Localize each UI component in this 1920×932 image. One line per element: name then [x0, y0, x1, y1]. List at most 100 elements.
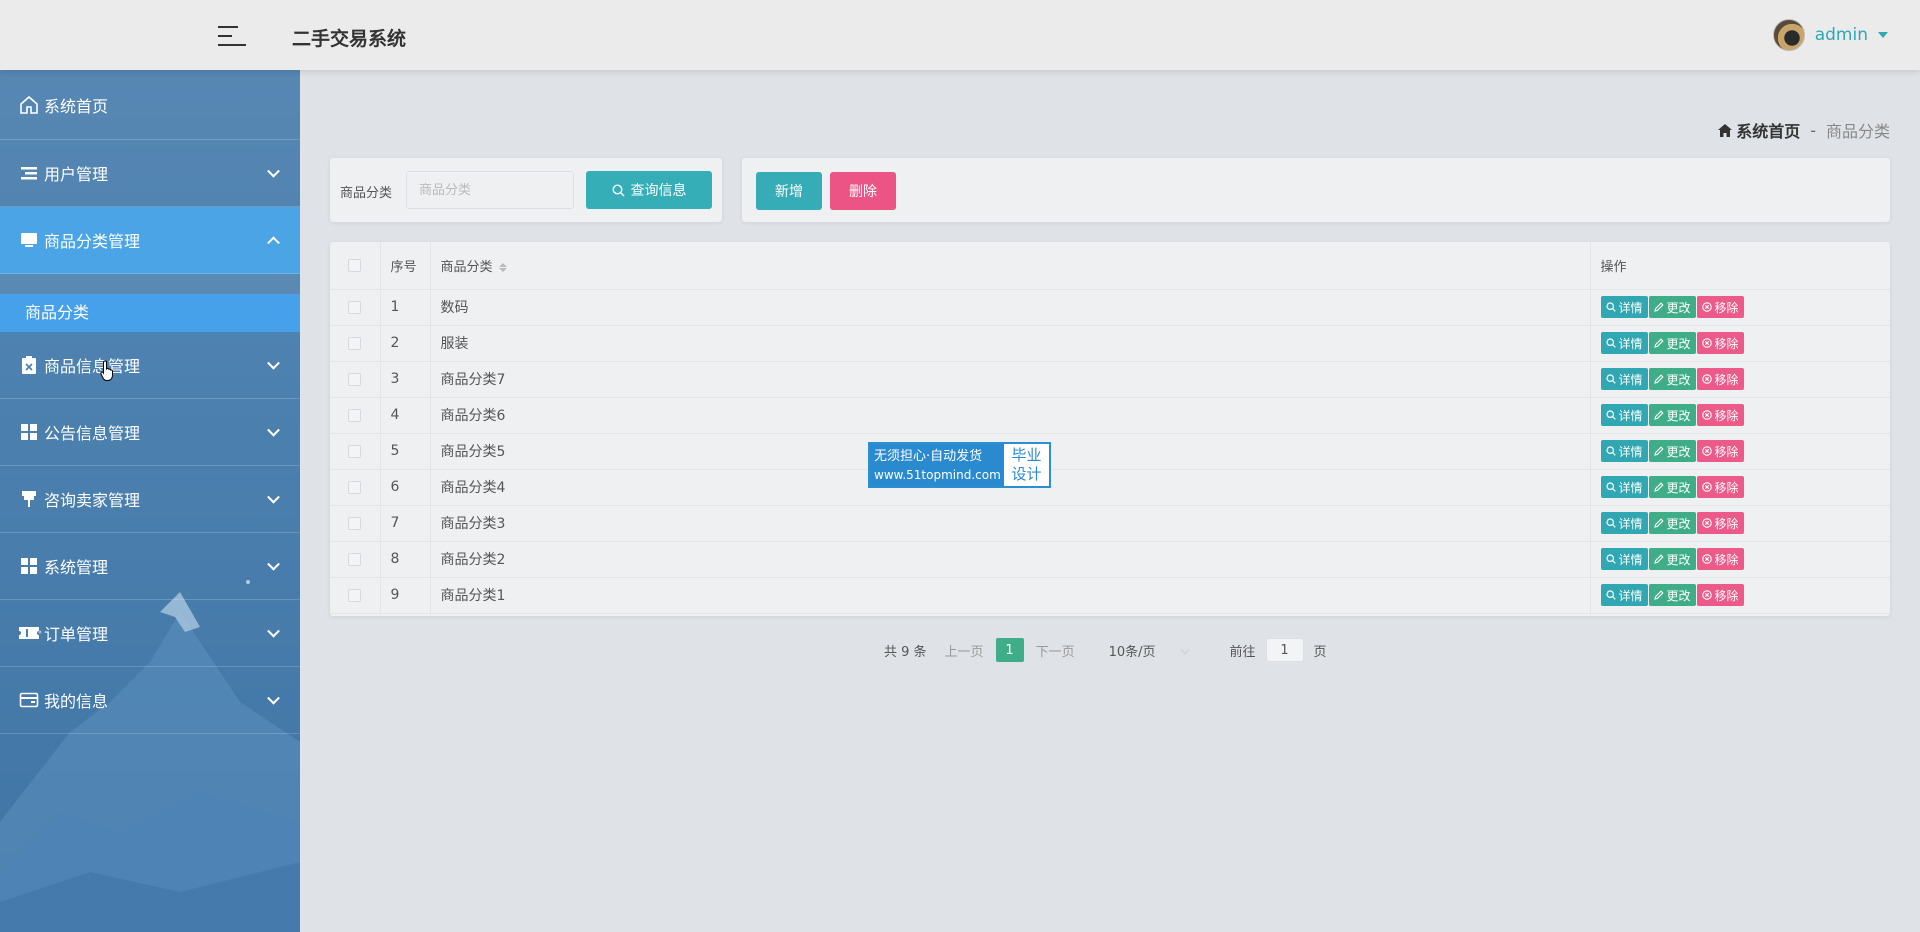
goto-page-input[interactable]	[1265, 638, 1304, 662]
remove-button[interactable]: 移除	[1696, 476, 1744, 498]
remove-button[interactable]: 移除	[1696, 584, 1744, 606]
sidebar-item-goods[interactable]: 商品信息管理	[0, 332, 300, 399]
remove-button[interactable]: 移除	[1696, 512, 1744, 534]
edit-button[interactable]: 更改	[1648, 548, 1696, 570]
page-size-select[interactable]: 10条/页	[1109, 641, 1189, 660]
edit-label: 更改	[1666, 552, 1691, 567]
search-icon	[1605, 374, 1616, 384]
edit-button[interactable]: 更改	[1648, 332, 1696, 354]
home-icon	[1718, 123, 1733, 137]
category-search-input[interactable]	[406, 171, 574, 209]
row-checkbox[interactable]	[348, 408, 362, 422]
delete-button[interactable]: 删除	[830, 172, 896, 210]
detail-button[interactable]: 详情	[1600, 296, 1648, 318]
remove-button[interactable]: 移除	[1696, 440, 1744, 462]
detail-button[interactable]: 详情	[1600, 332, 1648, 354]
search-button[interactable]: 查询信息	[586, 171, 712, 209]
header-checkbox-cell	[330, 242, 381, 290]
header-name[interactable]: 商品分类	[430, 242, 1591, 290]
sidebar-item-system[interactable]: 系统管理	[0, 533, 300, 600]
remove-button[interactable]: 移除	[1696, 296, 1744, 318]
user-menu[interactable]: admin	[1772, 18, 1888, 52]
sidebar-item-home[interactable]: 系统首页	[0, 70, 300, 140]
edit-button[interactable]: 更改	[1648, 476, 1696, 498]
detail-button[interactable]: 详情	[1600, 404, 1648, 426]
pencil-icon	[1653, 590, 1664, 600]
detail-button[interactable]: 详情	[1600, 512, 1648, 534]
search-panel: 商品分类 查询信息	[330, 158, 722, 222]
row-checkbox[interactable]	[348, 300, 362, 314]
row-name: 商品分类3	[430, 505, 1591, 542]
row-checkbox-cell	[330, 541, 381, 578]
row-ops: 详情 更改 移除	[1590, 577, 1890, 614]
row-checkbox[interactable]	[348, 480, 362, 494]
row-ops: 详情 更改 移除	[1590, 505, 1890, 542]
row-checkbox[interactable]	[348, 336, 362, 350]
sort-icon[interactable]	[499, 262, 507, 273]
table-row: 4 商品分类6 详情 更改 移除	[330, 397, 1890, 434]
sidebar-item-category[interactable]: 商品分类管理	[0, 207, 300, 274]
row-checkbox-cell	[330, 433, 381, 470]
sidebar-item-label: 商品分类管理	[44, 232, 141, 251]
edit-button[interactable]: 更改	[1648, 296, 1696, 318]
close-circle-icon	[1701, 482, 1712, 492]
row-no: 9	[380, 577, 431, 614]
remove-button[interactable]: 移除	[1696, 332, 1744, 354]
sidebar-item-users[interactable]: 用户管理	[0, 140, 300, 207]
close-circle-icon	[1701, 374, 1712, 384]
detail-button[interactable]: 详情	[1600, 584, 1648, 606]
page-jumper: 前往 页	[1230, 638, 1327, 662]
row-no: 2	[380, 325, 431, 362]
close-circle-icon	[1701, 446, 1712, 456]
search-icon	[1605, 554, 1616, 564]
sidebar-item-profile[interactable]: 我的信息	[0, 667, 300, 734]
prev-page-button[interactable]: 上一页	[945, 641, 984, 660]
page-number-button[interactable]: 1	[995, 638, 1024, 662]
remove-button[interactable]: 移除	[1696, 548, 1744, 570]
chevron-down-icon	[267, 624, 280, 638]
pagination-total: 共 9 条	[884, 644, 927, 660]
row-ops: 详情 更改 移除	[1590, 397, 1890, 434]
row-name: 商品分类2	[430, 541, 1591, 578]
sidebar-item-label: 我的信息	[44, 692, 109, 711]
next-page-button[interactable]: 下一页	[1036, 641, 1075, 660]
remove-button[interactable]: 移除	[1696, 404, 1744, 426]
avatar	[1772, 19, 1805, 51]
row-ops: 详情 更改 移除	[1590, 433, 1890, 470]
select-all-checkbox[interactable]	[348, 258, 362, 272]
row-checkbox[interactable]	[348, 372, 362, 386]
menu-toggle-icon[interactable]	[218, 24, 246, 48]
sidebar-item-consult[interactable]: 咨询卖家管理	[0, 466, 300, 533]
detail-button[interactable]: 详情	[1600, 368, 1648, 390]
detail-button[interactable]: 详情	[1600, 440, 1648, 462]
row-checkbox-cell	[330, 577, 381, 614]
submenu-item-category[interactable]: 商品分类	[0, 294, 300, 332]
breadcrumb-home[interactable]: 系统首页	[1718, 118, 1800, 142]
edit-button[interactable]: 更改	[1648, 404, 1696, 426]
breadcrumb-home-label: 系统首页	[1736, 122, 1801, 141]
row-checkbox[interactable]	[348, 516, 362, 530]
row-checkbox[interactable]	[348, 588, 362, 602]
detail-label: 详情	[1618, 480, 1643, 495]
edit-button[interactable]: 更改	[1648, 368, 1696, 390]
detail-label: 详情	[1618, 588, 1643, 603]
edit-button[interactable]: 更改	[1648, 584, 1696, 606]
watermark-text: 无须担心·自动发货 www.51topmind.com	[870, 444, 1004, 486]
edit-button[interactable]: 更改	[1648, 440, 1696, 462]
ticket-icon	[18, 622, 40, 644]
row-no: 5	[380, 433, 431, 470]
sidebar-item-orders[interactable]: 订单管理	[0, 600, 300, 667]
chevron-down-icon	[267, 557, 280, 571]
close-circle-icon	[1701, 338, 1712, 348]
detail-label: 详情	[1618, 444, 1643, 459]
remove-button[interactable]: 移除	[1696, 368, 1744, 390]
edit-button[interactable]: 更改	[1648, 512, 1696, 534]
sidebar-item-notice[interactable]: 公告信息管理	[0, 399, 300, 466]
detail-button[interactable]: 详情	[1600, 476, 1648, 498]
detail-button[interactable]: 详情	[1600, 548, 1648, 570]
row-checkbox[interactable]	[348, 552, 362, 566]
search-icon	[1605, 590, 1616, 600]
remove-label: 移除	[1714, 408, 1739, 423]
row-checkbox[interactable]	[348, 444, 362, 458]
add-button[interactable]: 新增	[756, 172, 822, 210]
